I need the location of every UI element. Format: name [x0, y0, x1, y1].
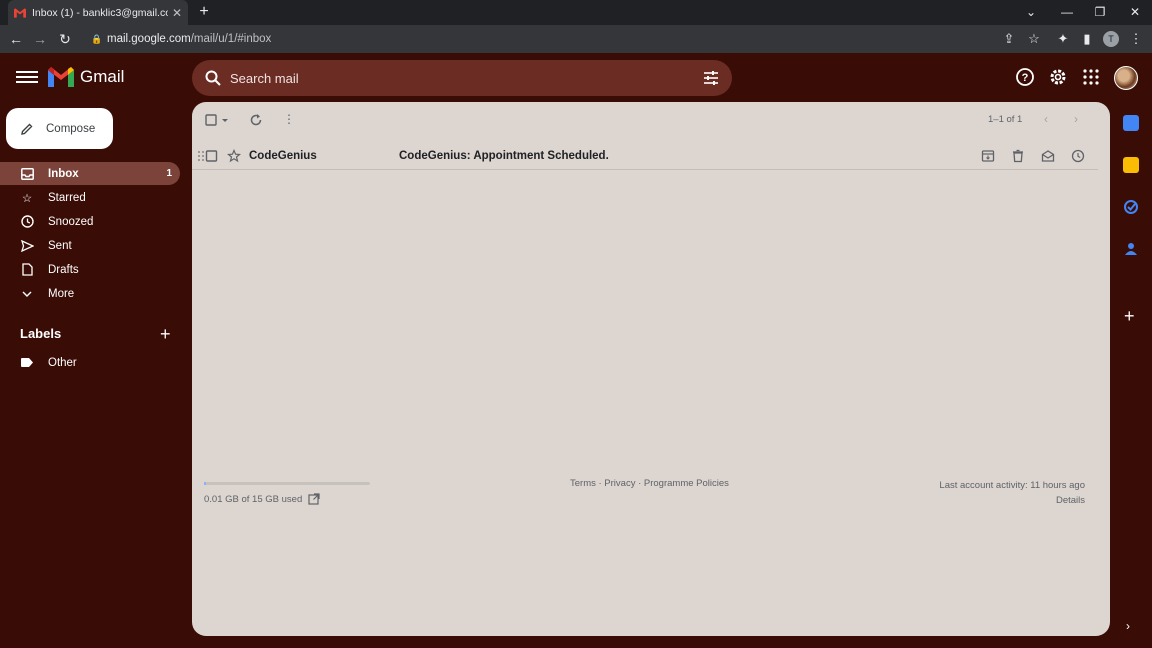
side-panel-icon[interactable]: ▮	[1077, 29, 1097, 49]
tab-close-icon[interactable]: ✕	[172, 6, 182, 20]
browser-menu-icon[interactable]: ⋮	[1126, 29, 1146, 49]
browser-tab[interactable]: Inbox (1) - banklic3@gmail.com ✕	[8, 0, 188, 25]
account-avatar[interactable]	[1114, 66, 1138, 90]
row-checkbox[interactable]	[205, 149, 219, 163]
archive-icon[interactable]	[981, 149, 995, 163]
profile-avatar[interactable]: T	[1103, 31, 1119, 47]
pagination-text: 1–1 of 1	[988, 114, 1023, 125]
svg-text:?: ?	[1022, 72, 1029, 84]
calendar-icon[interactable]	[1123, 115, 1139, 131]
labels-heading: Labels	[20, 326, 62, 341]
snooze-clock-icon[interactable]	[1071, 149, 1085, 163]
contacts-icon[interactable]	[1123, 241, 1139, 257]
forward-icon[interactable]: →	[30, 29, 50, 49]
apps-grid-icon[interactable]	[1081, 67, 1101, 87]
sidebar-item-label: Inbox	[48, 167, 79, 180]
create-label-button[interactable]: +	[160, 324, 171, 345]
search-icon[interactable]	[204, 69, 222, 87]
search-input[interactable]: Search mail	[230, 71, 702, 86]
sidebar-item-label: Snoozed	[48, 215, 94, 228]
account-activity: Last account activity: 11 hours ago Deta…	[939, 478, 1085, 508]
url-host: mail.google.com	[107, 33, 191, 45]
delete-icon[interactable]	[1011, 149, 1025, 163]
more-options-icon[interactable]: ⋮	[283, 112, 295, 132]
open-external-icon[interactable]	[308, 493, 320, 505]
clock-icon	[20, 215, 34, 229]
search-options-icon[interactable]	[702, 69, 720, 87]
email-sender: CodeGenius	[249, 149, 317, 162]
draft-icon	[20, 263, 34, 277]
tab-title: Inbox (1) - banklic3@gmail.com	[32, 6, 168, 19]
gmail-favicon-icon	[14, 7, 26, 18]
gmail-logo-icon	[48, 67, 74, 87]
sidebar-item-label: Drafts	[48, 263, 79, 276]
keep-icon[interactable]	[1123, 157, 1139, 173]
close-window-button[interactable]: ✕	[1118, 0, 1152, 25]
sidebar-item-sent[interactable]: Sent	[0, 234, 180, 257]
extensions-icon[interactable]: ✦	[1053, 29, 1073, 49]
share-icon[interactable]: ⇪	[999, 29, 1019, 49]
back-icon[interactable]: ←	[6, 29, 26, 49]
policy-links[interactable]: Terms · Privacy · Programme Policies	[570, 478, 729, 489]
show-side-panel-icon[interactable]: ›	[1126, 619, 1130, 633]
unread-count-badge: 1	[166, 168, 172, 179]
help-icon[interactable]: ?	[1015, 67, 1035, 87]
sidebar-item-label: More	[48, 287, 75, 300]
chevron-down-icon	[20, 287, 34, 301]
url-path: /mail/u/1/#inbox	[190, 33, 272, 45]
table-row[interactable]: CodeGenius CodeGenius: Appointment Sched…	[192, 142, 1098, 170]
tab-search-icon[interactable]: ⌄	[1014, 0, 1048, 25]
pencil-icon	[21, 123, 33, 135]
select-all-checkbox[interactable]	[205, 112, 231, 132]
restore-button[interactable]: ❐	[1083, 0, 1117, 25]
compose-label: Compose	[46, 122, 96, 135]
mark-as-read-icon[interactable]	[1041, 149, 1055, 163]
settings-gear-icon[interactable]	[1048, 67, 1068, 87]
minimize-button[interactable]: —	[1050, 0, 1084, 25]
sidebar-item-label: Sent	[48, 239, 72, 252]
older-page-icon[interactable]: ‹	[1044, 112, 1048, 132]
browser-tab-bar: Inbox (1) - banklic3@gmail.com ✕ + ⌄ — ❐…	[0, 0, 1152, 25]
search-bar[interactable]: Search mail	[192, 60, 732, 96]
browser-toolbar: ← → ↻ 🔒 mail.google.com/mail/u/1/#inbox …	[0, 25, 1152, 53]
mail-list-panel: ⋮ 1–1 of 1 ‹ › CodeGenius CodeGenius: Ap…	[192, 102, 1110, 636]
star-icon[interactable]	[227, 149, 241, 163]
inbox-icon	[20, 167, 34, 181]
sidebar-item-starred[interactable]: ☆ Starred	[0, 186, 180, 209]
address-bar[interactable]: 🔒 mail.google.com/mail/u/1/#inbox	[82, 28, 1026, 50]
star-icon: ☆	[21, 192, 33, 205]
main-menu-icon[interactable]	[16, 68, 38, 88]
details-link[interactable]: Details	[939, 493, 1085, 508]
sidebar-item-drafts[interactable]: Drafts	[0, 258, 180, 281]
newer-page-icon[interactable]: ›	[1074, 112, 1078, 132]
send-icon	[20, 239, 34, 253]
sidebar-label-other[interactable]: Other	[0, 351, 180, 374]
refresh-icon[interactable]	[249, 112, 263, 132]
reload-icon[interactable]: ↻	[55, 29, 75, 49]
tasks-icon[interactable]	[1123, 199, 1139, 215]
sidebar-item-label: Other	[48, 356, 77, 369]
lock-icon: 🔒	[91, 34, 103, 44]
sidebar-item-snoozed[interactable]: Snoozed	[0, 210, 180, 233]
email-subject: CodeGenius: Appointment Scheduled.	[399, 149, 609, 162]
storage-usage-bar	[204, 482, 370, 485]
sidebar-item-label: Starred	[48, 191, 86, 204]
last-activity-text: Last account activity: 11 hours ago	[939, 480, 1085, 491]
compose-button[interactable]: Compose	[6, 108, 113, 149]
new-tab-button[interactable]: +	[194, 2, 214, 22]
sidebar-item-inbox[interactable]: Inbox 1	[0, 162, 180, 185]
storage-text: 0.01 GB of 15 GB used	[204, 493, 303, 505]
bookmark-star-icon[interactable]: ☆	[1024, 29, 1044, 49]
storage-usage: 0.01 GB of 15 GB used	[204, 493, 320, 505]
label-icon	[20, 356, 34, 370]
app-name: Gmail	[80, 67, 125, 86]
sidebar-item-more[interactable]: More	[0, 282, 180, 305]
get-addons-button[interactable]: +	[1124, 306, 1135, 327]
